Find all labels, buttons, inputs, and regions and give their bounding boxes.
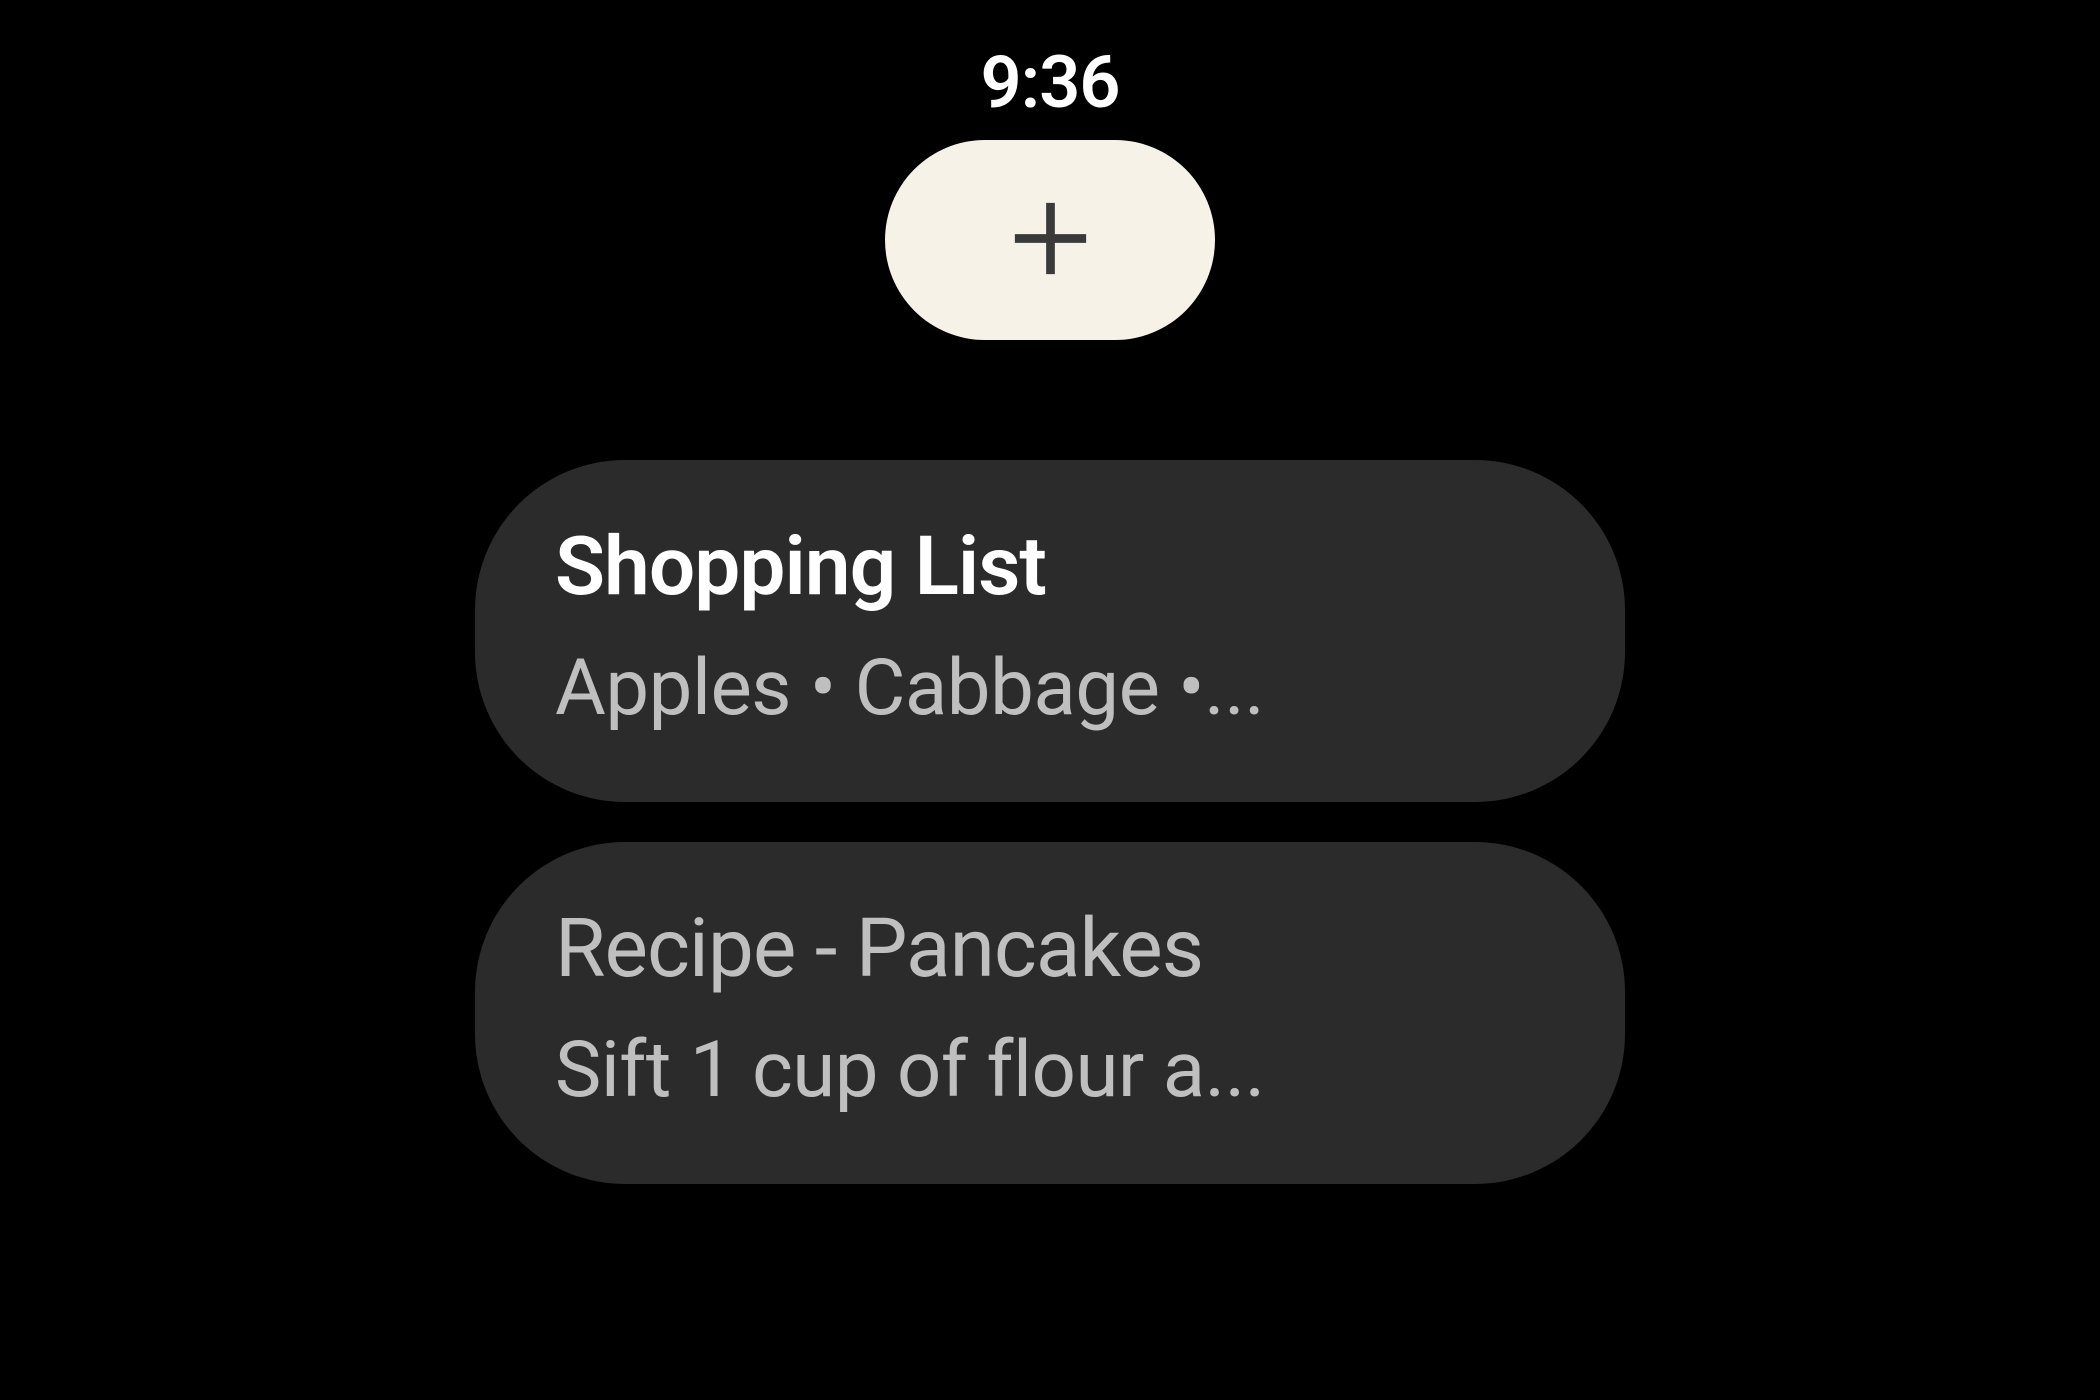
- clock-time: 9:36: [980, 40, 1119, 125]
- note-card[interactable]: Recipe - Pancakes Sift 1 cup of flour a.…: [475, 842, 1625, 1184]
- note-card[interactable]: Shopping List Apples • Cabbage •...: [475, 460, 1625, 802]
- notes-list: Shopping List Apples • Cabbage •... Reci…: [475, 460, 1625, 1184]
- note-title: Recipe - Pancakes: [555, 902, 1545, 996]
- note-preview: Apples • Cabbage •...: [555, 646, 1545, 732]
- plus-icon: [1003, 191, 1098, 290]
- add-note-button[interactable]: [885, 140, 1215, 340]
- note-preview: Sift 1 cup of flour a...: [555, 1028, 1545, 1114]
- note-title: Shopping List: [555, 520, 1545, 614]
